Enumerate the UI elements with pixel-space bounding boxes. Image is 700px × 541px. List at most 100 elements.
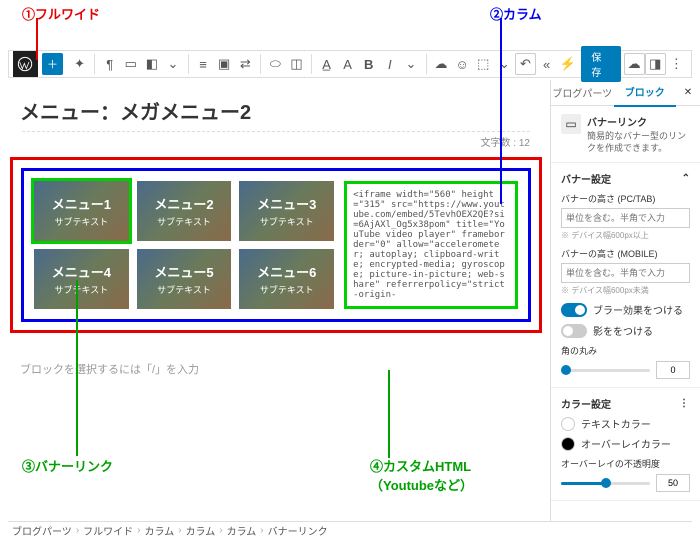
custom-html-block[interactable]: <iframe width="560" height="315" src="ht… bbox=[344, 181, 518, 309]
toolbar-divider bbox=[94, 54, 95, 74]
banner-link-block[interactable]: メニュー6 サブテキスト bbox=[239, 249, 334, 309]
height-mobile-input[interactable] bbox=[561, 263, 690, 283]
bold-icon[interactable]: B bbox=[358, 53, 379, 75]
banner-link-block[interactable]: メニュー5 サブテキスト bbox=[137, 249, 232, 309]
tab-block[interactable]: ブロック bbox=[614, 80, 677, 107]
media-icon[interactable]: ▣ bbox=[214, 53, 235, 75]
more-icon[interactable]: ⋮ bbox=[679, 398, 690, 409]
style-icon[interactable]: ⬚ bbox=[473, 53, 494, 75]
breadcrumb-item[interactable]: カラム bbox=[145, 523, 175, 538]
italic-icon[interactable]: I bbox=[379, 53, 400, 75]
banner-title: メニュー2 bbox=[154, 194, 213, 213]
block-info-section: ▭ バナーリンク 簡易的なバナー型のリンクを作成できます。 bbox=[551, 106, 700, 163]
annotation-line bbox=[388, 370, 390, 458]
text-color-icon[interactable]: A bbox=[337, 53, 358, 75]
radius-number-input[interactable] bbox=[656, 361, 690, 379]
swell-settings-icon[interactable]: ☁ bbox=[624, 53, 645, 75]
banner-column: メニュー1 サブテキスト メニュー2 サブテキスト メニュー3 サブテキスト メ… bbox=[34, 181, 334, 309]
panel-header[interactable]: カラー設定⋮ bbox=[561, 396, 690, 411]
annotation-fullwide: ①フルワイド bbox=[22, 4, 100, 23]
breadcrumb-item[interactable]: フルワイド bbox=[83, 523, 133, 538]
panel-header[interactable]: バナー設定⌃ bbox=[561, 171, 690, 186]
height-pc-input[interactable] bbox=[561, 208, 690, 228]
tab-blog-parts[interactable]: ブログパーツ bbox=[551, 80, 614, 106]
balloon-icon[interactable]: ☁ bbox=[430, 53, 451, 75]
radius-slider[interactable] bbox=[561, 369, 650, 372]
banner-settings-panel: バナー設定⌃ バナーの高さ (PC/TAB) ※ デバイス幅600px以上 バナ… bbox=[551, 163, 700, 388]
banner-title: メニュー4 bbox=[52, 262, 111, 281]
banner-title: メニュー3 bbox=[257, 194, 316, 213]
banner-title: メニュー5 bbox=[154, 262, 213, 281]
banner-link-block[interactable]: メニュー3 サブテキスト bbox=[239, 181, 334, 241]
page-title[interactable]: メニュー：メガメニュー2 bbox=[20, 96, 532, 125]
toolbar-divider bbox=[188, 54, 189, 74]
banner-link-block[interactable]: メニュー1 サブテキスト bbox=[34, 181, 129, 241]
banner-link-block[interactable]: メニュー2 サブテキスト bbox=[137, 181, 232, 241]
block-breadcrumb: ブログパーツ› フルワイド› カラム› カラム› カラム› バナーリンク bbox=[8, 521, 692, 539]
field-label: バナーの高さ (PC/TAB) bbox=[561, 192, 690, 205]
shadow-toggle[interactable] bbox=[561, 324, 587, 338]
lightning-icon[interactable]: ⚡ bbox=[557, 53, 578, 75]
settings-sidebar: ブログパーツ ブロック ✕ ▭ バナーリンク 簡易的なバナー型のリンクを作成でき… bbox=[550, 80, 700, 521]
annotation-line bbox=[500, 18, 502, 204]
more-icon[interactable]: ⋮ bbox=[666, 53, 687, 75]
toolbar-divider bbox=[311, 54, 312, 74]
breadcrumb-item[interactable]: バナーリンク bbox=[268, 523, 328, 538]
emoji-icon[interactable]: ☺ bbox=[452, 53, 473, 75]
image-icon[interactable]: ▭ bbox=[120, 53, 141, 75]
field-hint: ※ デバイス幅600px以上 bbox=[561, 230, 690, 241]
blur-toggle[interactable] bbox=[561, 303, 587, 317]
guillemet-icon[interactable]: « bbox=[536, 53, 557, 75]
banner-subtext: サブテキスト bbox=[260, 283, 314, 296]
character-count: 文字数 : 12 bbox=[22, 131, 530, 149]
banner-link-block[interactable]: メニュー4 サブテキスト bbox=[34, 249, 129, 309]
link-icon[interactable]: ⬭ bbox=[265, 53, 286, 75]
editor-canvas: メニュー：メガメニュー2 文字数 : 12 メニュー1 サブテキスト メニュー2… bbox=[8, 80, 544, 521]
opacity-slider[interactable] bbox=[561, 482, 650, 485]
color-swatch bbox=[561, 437, 575, 451]
align-icon[interactable]: ≡ bbox=[193, 53, 214, 75]
wp-logo[interactable] bbox=[13, 51, 38, 77]
text-color-row[interactable]: テキストカラー bbox=[561, 416, 690, 431]
chevron-down-icon[interactable]: ⌄ bbox=[400, 53, 421, 75]
close-sidebar-button[interactable]: ✕ bbox=[676, 87, 700, 98]
color-label: テキストカラー bbox=[581, 416, 651, 431]
banner-title: メニュー1 bbox=[52, 194, 111, 213]
columns-icon[interactable]: ◧ bbox=[141, 53, 162, 75]
toggle-label: ブラー効果をつける bbox=[593, 302, 683, 317]
chevron-down-icon[interactable]: ⌄ bbox=[162, 53, 183, 75]
block-appender-prompt[interactable]: ブロックを選択するには「/」を入力 bbox=[20, 361, 532, 377]
undo-icon[interactable]: ↶ bbox=[515, 53, 536, 75]
banner-subtext: サブテキスト bbox=[260, 215, 314, 228]
breadcrumb-item[interactable]: ブログパーツ bbox=[12, 523, 72, 538]
annotation-banner-link: ③バナーリンク bbox=[22, 456, 113, 475]
fullwide-block[interactable]: メニュー1 サブテキスト メニュー2 サブテキスト メニュー3 サブテキスト メ… bbox=[10, 157, 542, 333]
replace-icon[interactable]: ⇄ bbox=[235, 53, 256, 75]
annotation-line bbox=[76, 280, 78, 456]
banner-subtext: サブテキスト bbox=[54, 283, 108, 296]
annotation-custom-html: ④カスタムHTML （Youtubeなど） bbox=[370, 456, 473, 494]
breadcrumb-item[interactable]: カラム bbox=[186, 523, 216, 538]
opacity-number-input[interactable] bbox=[656, 474, 690, 492]
field-label: バナーの高さ (MOBILE) bbox=[561, 247, 690, 260]
field-label: オーバーレイの不透明度 bbox=[561, 457, 690, 470]
block-inserter-button[interactable]: ＋ bbox=[42, 53, 63, 75]
editor-toolbar: ＋ ✦ ¶ ▭ ◧ ⌄ ≡ ▣ ⇄ ⬭ ◫ A̲ A B I ⌄ ☁ ☺ ⬚ ⌄… bbox=[8, 50, 692, 78]
banner-subtext: サブテキスト bbox=[157, 283, 211, 296]
banner-subtext: サブテキスト bbox=[157, 215, 211, 228]
banner-title: メニュー6 bbox=[257, 262, 316, 281]
annotation-line bbox=[36, 18, 38, 60]
toolbar-divider bbox=[260, 54, 261, 74]
swell-icon[interactable]: ✦ bbox=[69, 53, 90, 75]
sidebar-toggle-icon[interactable]: ◨ bbox=[645, 53, 666, 75]
crop-icon[interactable]: ◫ bbox=[286, 53, 307, 75]
pilcrow-icon[interactable]: ¶ bbox=[99, 53, 120, 75]
font-size-icon[interactable]: A̲ bbox=[316, 53, 337, 75]
save-button[interactable]: 保存 bbox=[581, 46, 620, 82]
breadcrumb-item[interactable]: カラム bbox=[227, 523, 257, 538]
overlay-color-row[interactable]: オーバーレイカラー bbox=[561, 436, 690, 451]
chevron-down-icon[interactable]: ⌄ bbox=[494, 53, 515, 75]
banner-subtext: サブテキスト bbox=[54, 215, 108, 228]
columns-block[interactable]: メニュー1 サブテキスト メニュー2 サブテキスト メニュー3 サブテキスト メ… bbox=[21, 168, 531, 322]
color-swatch bbox=[561, 417, 575, 431]
